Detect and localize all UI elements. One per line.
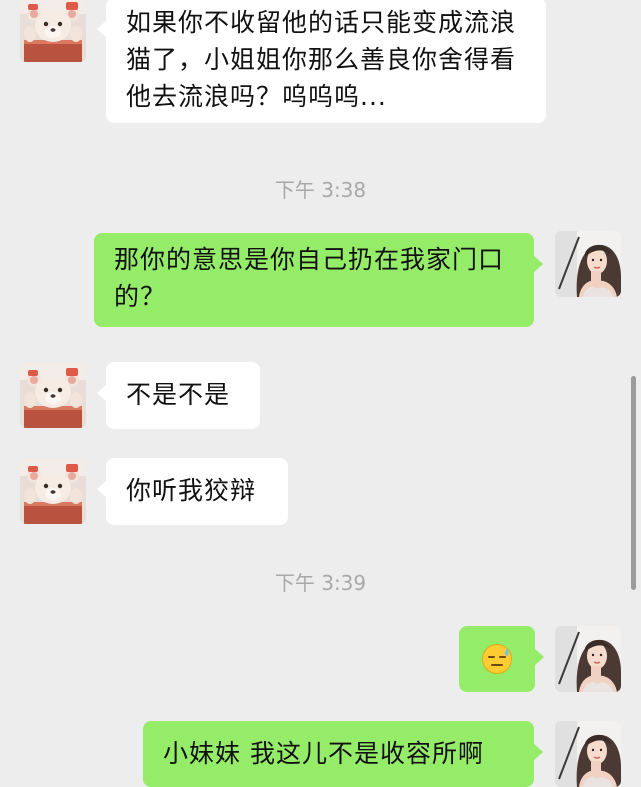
timestamp: 下午 3:39 (274, 571, 367, 595)
self-avatar[interactable] (555, 231, 621, 297)
contact-avatar[interactable] (20, 362, 86, 428)
timestamp: 下午 3:38 (274, 178, 367, 202)
woman-portrait-avatar-icon (555, 626, 621, 692)
outgoing-message-bubble[interactable]: 那你的意思是你自己扔在我家门口的？ (94, 233, 543, 327)
woman-portrait-avatar-icon (555, 721, 621, 787)
self-avatar[interactable] (555, 721, 621, 787)
message-text: 你听我狡辩 (126, 476, 257, 505)
contact-avatar[interactable] (20, 458, 86, 524)
message-text: 如果你不收留他的话只能变成流浪猫了，小姐姐你那么善良你舍得看他去流浪吗？呜呜呜.… (126, 8, 517, 111)
chat-area[interactable]: 如果你不收留他的话只能变成流浪猫了，小姐姐你那么善良你舍得看他去流浪吗？呜呜呜.… (0, 0, 641, 787)
message-text: 小妹妹 我这儿不是收容所啊 (163, 739, 484, 768)
contact-avatar[interactable] (20, 0, 86, 62)
incoming-message-bubble[interactable]: 如果你不收留他的话只能变成流浪猫了，小姐姐你那么善良你舍得看他去流浪吗？呜呜呜.… (97, 0, 546, 123)
sweat-emoji-icon (482, 644, 512, 674)
woman-portrait-avatar-icon (555, 231, 621, 297)
self-avatar[interactable] (555, 626, 621, 692)
scrollbar[interactable] (631, 376, 636, 590)
teddy-bear-avatar-icon (20, 0, 86, 62)
message-text: 那你的意思是你自己扔在我家门口的？ (114, 245, 505, 311)
message-text: 不是不是 (126, 380, 231, 409)
incoming-message-bubble[interactable]: 不是不是 (97, 362, 260, 429)
outgoing-message-bubble[interactable]: 小妹妹 我这儿不是收容所啊 (143, 721, 543, 787)
teddy-bear-avatar-icon (20, 362, 86, 428)
teddy-bear-avatar-icon (20, 458, 86, 524)
incoming-message-bubble[interactable]: 你听我狡辩 (97, 458, 288, 525)
outgoing-emoji-bubble[interactable] (459, 626, 544, 692)
